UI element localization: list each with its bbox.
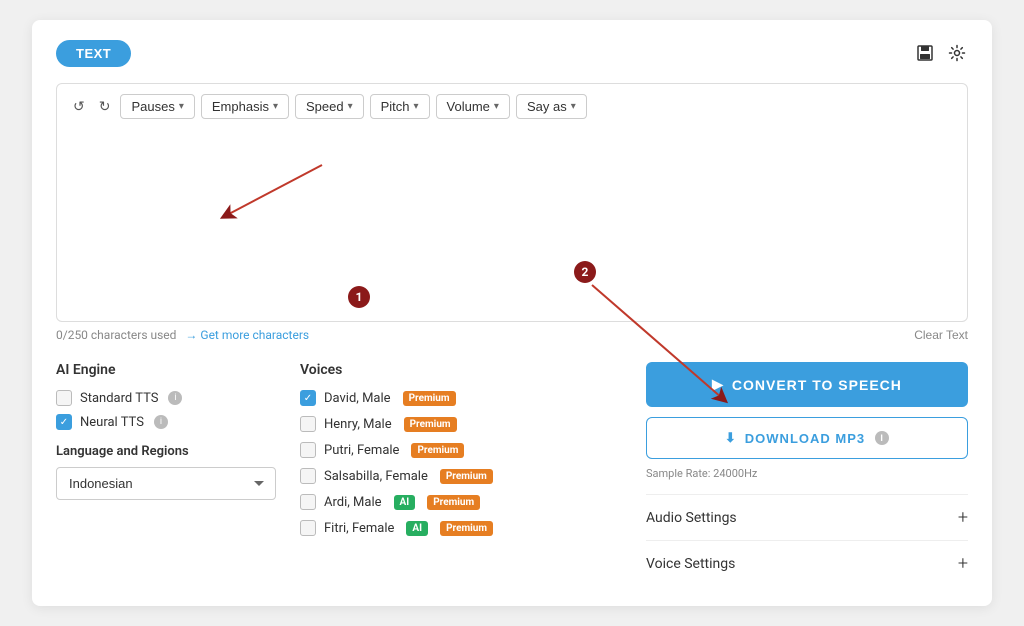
voice-label-fitri: Fitri, Female (324, 521, 394, 536)
sample-rate: Sample Rate: 24000Hz (646, 467, 968, 480)
voice-label-david: David, Male (324, 391, 391, 406)
download-icon: ⬇ (725, 430, 737, 446)
voice-label-ardi: Ardi, Male (324, 495, 382, 510)
badge-premium-fitri: Premium (440, 521, 493, 536)
badge-premium-putri: Premium (411, 443, 464, 458)
voice-label-salsabilla: Salsabilla, Female (324, 469, 428, 484)
language-select[interactable]: Indonesian (56, 467, 276, 500)
editor-area: ↺ ↻ Pauses Emphasis Speed Pitch Volume S… (56, 83, 968, 322)
ai-engine-panel: AI Engine Standard TTS i ✓ Neural TTS i … (56, 362, 276, 500)
play-icon: ▶ (712, 376, 724, 393)
voice-settings-row[interactable]: Voice Settings + (646, 540, 968, 586)
badge-premium-ardi: Premium (427, 495, 480, 510)
say-as-dropdown[interactable]: Say as (516, 94, 587, 119)
voice-item-salsabilla[interactable]: Salsabilla, Female Premium (300, 468, 622, 484)
badge-ai-ardi: AI (394, 495, 416, 510)
convert-to-speech-button[interactable]: ▶ CONVERT TO SPEECH (646, 362, 968, 407)
emphasis-dropdown[interactable]: Emphasis (201, 94, 289, 119)
voice-item-ardi[interactable]: Ardi, Male AI Premium (300, 494, 622, 510)
badge-premium-henry: Premium (404, 417, 457, 432)
voice-checkbox-putri[interactable] (300, 442, 316, 458)
char-count: 0/250 characters used → Get more charact… (56, 328, 309, 342)
voice-checkbox-henry[interactable] (300, 416, 316, 432)
voices-title: Voices (300, 362, 622, 378)
standard-tts-info-icon[interactable]: i (168, 391, 182, 405)
badge-ai-fitri: AI (406, 521, 428, 536)
toolbar: ↺ ↻ Pauses Emphasis Speed Pitch Volume S… (69, 94, 955, 119)
top-bar: TEXT (56, 40, 968, 67)
download-mp3-button[interactable]: ⬇ DOWNLOAD MP3 i (646, 417, 968, 459)
neural-tts-option[interactable]: ✓ Neural TTS i (56, 414, 276, 430)
undo-button[interactable]: ↺ (69, 96, 89, 117)
get-more-link[interactable]: → Get more characters (185, 328, 309, 342)
ai-engine-title: AI Engine (56, 362, 276, 378)
annotation-2: 2 (574, 261, 596, 283)
bottom-section: AI Engine Standard TTS i ✓ Neural TTS i … (56, 362, 968, 586)
voice-checkbox-ardi[interactable] (300, 494, 316, 510)
text-tab-button[interactable]: TEXT (56, 40, 131, 67)
top-icons (916, 44, 968, 64)
speed-dropdown[interactable]: Speed (295, 94, 364, 119)
actions-panel: ▶ CONVERT TO SPEECH ⬇ DOWNLOAD MP3 i Sam… (646, 362, 968, 586)
voices-panel: Voices ✓ David, Male Premium Henry, Male… (300, 362, 622, 546)
voice-checkbox-david[interactable]: ✓ (300, 390, 316, 406)
volume-dropdown[interactable]: Volume (436, 94, 510, 119)
convert-label: CONVERT TO SPEECH (732, 377, 902, 393)
voice-checkbox-salsabilla[interactable] (300, 468, 316, 484)
text-input[interactable] (69, 127, 955, 307)
neural-tts-checkbox[interactable]: ✓ (56, 414, 72, 430)
standard-tts-checkbox[interactable] (56, 390, 72, 406)
audio-settings-label: Audio Settings (646, 510, 737, 526)
clear-text-button[interactable]: Clear Text (914, 328, 968, 342)
voice-label-henry: Henry, Male (324, 417, 392, 432)
voice-label-putri: Putri, Female (324, 443, 399, 458)
badge-premium-david: Premium (403, 391, 456, 406)
download-label: DOWNLOAD MP3 (745, 431, 865, 446)
neural-tts-info-icon[interactable]: i (154, 415, 168, 429)
voice-item-putri[interactable]: Putri, Female Premium (300, 442, 622, 458)
voice-item-fitri[interactable]: Fitri, Female AI Premium (300, 520, 622, 536)
standard-tts-option[interactable]: Standard TTS i (56, 390, 276, 406)
neural-tts-label: Neural TTS (80, 415, 144, 430)
editor-footer: 0/250 characters used → Get more charact… (56, 328, 968, 342)
gear-icon[interactable] (948, 44, 968, 64)
voice-item-henry[interactable]: Henry, Male Premium (300, 416, 622, 432)
download-info-icon[interactable]: i (875, 431, 889, 445)
badge-premium-salsabilla: Premium (440, 469, 493, 484)
voice-settings-label: Voice Settings (646, 556, 735, 572)
voice-checkbox-fitri[interactable] (300, 520, 316, 536)
language-region-title: Language and Regions (56, 444, 276, 459)
audio-settings-row[interactable]: Audio Settings + (646, 494, 968, 540)
pauses-dropdown[interactable]: Pauses (120, 94, 194, 119)
voice-item-david[interactable]: ✓ David, Male Premium (300, 390, 622, 406)
save-icon[interactable] (916, 44, 936, 64)
voice-settings-expand-icon: + (958, 553, 968, 574)
standard-tts-label: Standard TTS (80, 391, 158, 406)
main-container: TEXT ↺ ↻ Pauses Emphasis S (32, 20, 992, 606)
redo-button[interactable]: ↻ (95, 96, 115, 117)
audio-settings-expand-icon: + (958, 507, 968, 528)
annotation-1: 1 (348, 286, 370, 308)
pitch-dropdown[interactable]: Pitch (370, 94, 430, 119)
